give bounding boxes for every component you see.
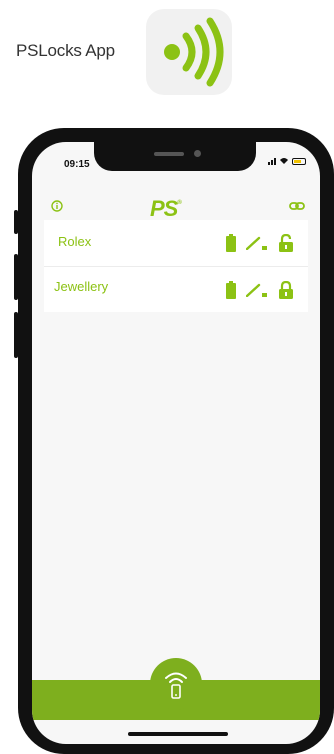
battery-full-icon — [226, 281, 236, 299]
battery-icon — [292, 157, 306, 165]
status-icons — [268, 157, 306, 165]
status-time: 09:15 — [64, 159, 90, 170]
lock-name: Rolex — [50, 232, 110, 251]
info-icon[interactable] — [51, 200, 63, 212]
wifi-status-icon — [280, 158, 288, 164]
scan-button[interactable] — [150, 658, 202, 710]
locked-icon[interactable] — [278, 281, 294, 299]
volume-down-button — [14, 312, 18, 358]
battery-full-icon — [226, 234, 236, 252]
phone-wifi-icon — [165, 672, 187, 699]
ps-logo: PS® — [150, 196, 182, 222]
wifi-signal-icon — [164, 17, 224, 87]
lock-row-icons — [226, 234, 294, 252]
unlocked-icon[interactable] — [278, 234, 294, 252]
front-camera — [194, 150, 201, 157]
door-sensor-icon — [246, 283, 267, 297]
logo-mark: ® — [177, 199, 182, 206]
door-sensor-icon — [246, 236, 267, 250]
cellular-signal-icon — [268, 157, 276, 165]
logo-text: PS — [150, 196, 178, 221]
promo-label: PSLocks App — [16, 41, 115, 60]
mute-switch — [14, 210, 18, 234]
phone-notch — [94, 142, 256, 171]
phone-screen: 09:15 PS® Rolex Jewellery — [32, 142, 320, 744]
pslocks-app-icon[interactable] — [146, 9, 232, 95]
lock-name: Jewellery — [50, 277, 127, 296]
lock-row[interactable]: Rolex — [44, 220, 308, 267]
home-indicator — [128, 732, 228, 736]
phone-frame: 09:15 PS® Rolex Jewellery — [14, 128, 334, 754]
lock-row[interactable]: Jewellery — [44, 267, 308, 312]
link-icon[interactable] — [289, 201, 305, 211]
lock-row-icons — [226, 281, 294, 299]
speaker-grille — [154, 152, 184, 156]
volume-up-button — [14, 254, 18, 300]
